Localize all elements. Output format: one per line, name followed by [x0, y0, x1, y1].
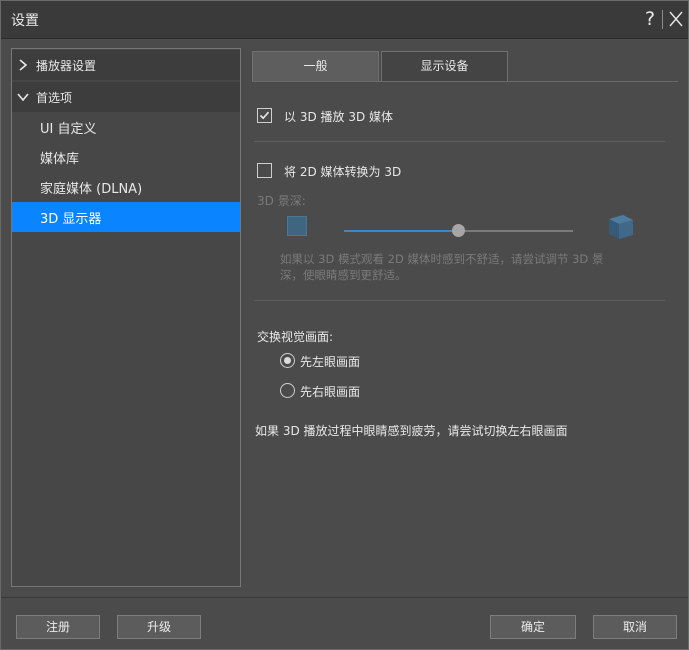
settings-dialog: 设置 ? 播放器设置 首选项 UI 自定义 媒体库 家庭媒体 (DLNA) 3D…	[0, 0, 689, 650]
sidebar-item-home-media-dlna[interactable]: 家庭媒体 (DLNA)	[12, 172, 240, 202]
settings-sidebar: 播放器设置 首选项 UI 自定义 媒体库 家庭媒体 (DLNA) 3D 显示器	[11, 48, 241, 587]
upgrade-button[interactable]: 升级	[117, 615, 201, 639]
tab-underline	[252, 81, 678, 82]
title-separator	[662, 10, 663, 29]
section-divider	[254, 141, 665, 142]
help-button[interactable]: ?	[641, 7, 659, 31]
sidebar-item-label: 媒体库	[40, 152, 80, 167]
section-divider	[254, 300, 665, 301]
right-eye-first-radio[interactable]	[280, 383, 295, 398]
depth-min-icon	[287, 216, 307, 236]
play-3d-label: 以 3D 播放 3D 媒体	[284, 110, 394, 124]
footer-divider	[1, 597, 688, 598]
chevron-down-icon	[17, 93, 29, 102]
close-icon	[669, 11, 683, 27]
sidebar-group-label: 播放器设置	[36, 59, 97, 73]
right-eye-first-label: 先右眼画面	[300, 385, 361, 399]
depth-hint-line2: 深，使眼睛感到更舒适。	[280, 268, 407, 282]
sidebar-item-label: UI 自定义	[40, 122, 97, 137]
title-bar: 设置 ?	[1, 1, 688, 39]
chevron-right-icon	[19, 59, 28, 71]
depth-slider-thumb[interactable]	[451, 224, 465, 237]
tab-display-device[interactable]: 显示设备	[381, 51, 508, 81]
cancel-button[interactable]: 取消	[593, 615, 677, 639]
swap-view-label: 交换视觉画面:	[257, 330, 334, 344]
checkmark-icon	[259, 111, 270, 120]
depth-max-icon	[609, 215, 633, 239]
sidebar-group-preferences[interactable]: 首选项	[12, 82, 240, 112]
register-button[interactable]: 注册	[16, 615, 100, 639]
swap-hint: 如果 3D 播放过程中眼睛感到疲劳，请尝试切换左右眼画面	[255, 424, 568, 438]
sidebar-item-media-library[interactable]: 媒体库	[12, 142, 240, 172]
sidebar-group-label: 首选项	[36, 91, 73, 105]
sidebar-group-player-settings[interactable]: 播放器设置	[12, 50, 240, 80]
tab-general[interactable]: 一般	[252, 51, 379, 81]
convert-2d-label: 将 2D 媒体转换为 3D	[284, 165, 402, 179]
depth-label: 3D 景深:	[257, 194, 306, 208]
left-eye-first-label: 先左眼画面	[300, 355, 361, 369]
sidebar-item-label: 家庭媒体 (DLNA)	[40, 182, 143, 197]
play-3d-checkbox[interactable]	[257, 108, 272, 123]
depth-slider-fill	[344, 230, 459, 232]
window-title: 设置	[11, 13, 39, 29]
ok-button[interactable]: 确定	[490, 615, 576, 639]
close-button[interactable]	[667, 9, 685, 29]
left-eye-first-radio[interactable]	[280, 353, 295, 368]
sidebar-item-label: 3D 显示器	[40, 212, 102, 227]
sidebar-item-ui-customize[interactable]: UI 自定义	[12, 112, 240, 142]
depth-hint-line1: 如果以 3D 模式观看 2D 媒体时感到不舒适，请尝试调节 3D 景	[280, 252, 604, 266]
convert-2d-checkbox[interactable]	[257, 163, 272, 178]
sidebar-item-3d-display[interactable]: 3D 显示器	[12, 202, 240, 232]
